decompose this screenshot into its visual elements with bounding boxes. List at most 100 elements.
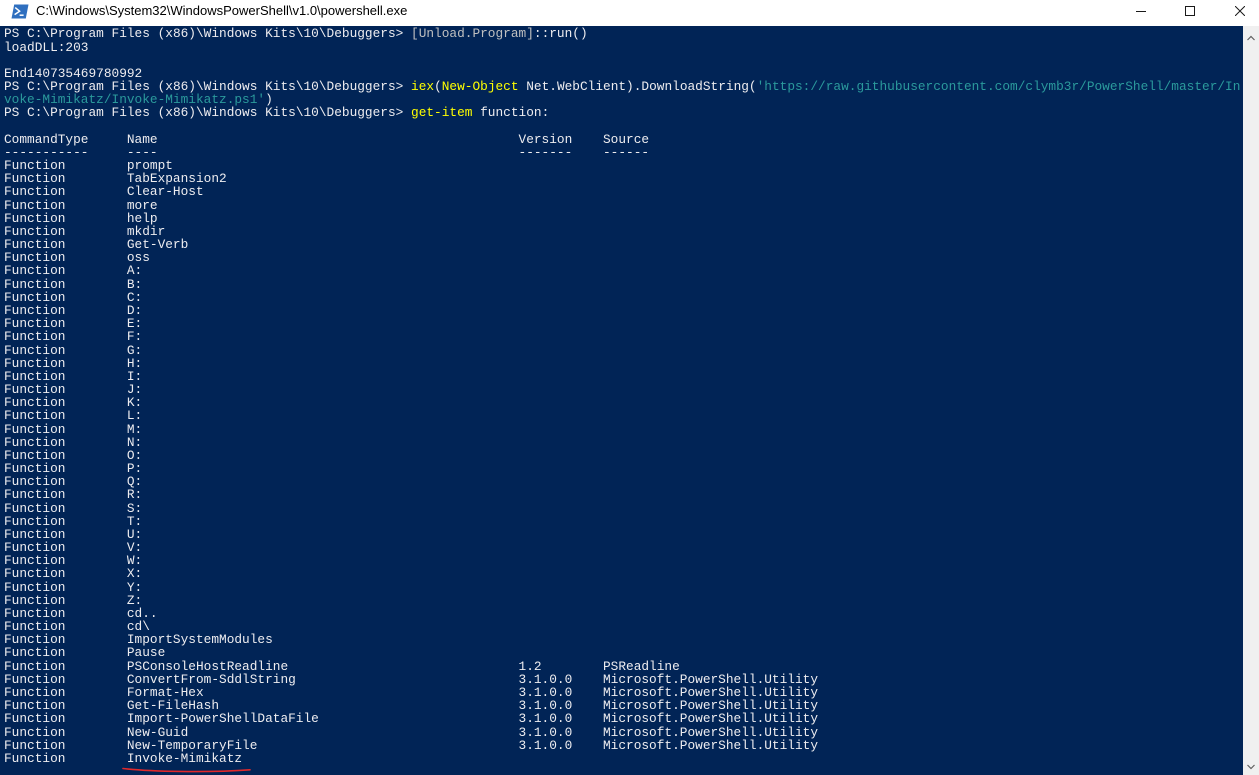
console-window[interactable]: PS C:\Program Files (x86)\Windows Kits\1…: [0, 26, 1243, 775]
name-cell: S:: [126, 500, 143, 516]
command-type-cell: Function: [4, 750, 66, 766]
minimize-button[interactable]: [1117, 0, 1166, 26]
table-row: Function ConvertFrom-SddlString 3.1.0.0 Mic…: [4, 673, 1243, 686]
table-row: Function E:: [4, 317, 1243, 330]
table-row: Function Y:: [4, 579, 1243, 595]
command-type-cell: Function: [4, 737, 66, 753]
source-cell: Microsoft.PowerShell.Utility: [602, 737, 819, 753]
table-row: Function O:: [4, 449, 1243, 462]
table-row: Function M:: [4, 421, 1243, 437]
command-token: New-Object: [441, 79, 519, 95]
powershell-logo: [11, 4, 29, 19]
name-cell: New-TemporaryFile: [126, 737, 258, 753]
name-cell: more: [126, 197, 158, 213]
command-type-cell: Function: [4, 408, 66, 424]
command-type-cell: Function: [4, 487, 66, 503]
table-row: Function B:: [4, 276, 1243, 292]
table-row: Function Pause: [4, 646, 1243, 659]
command-type-cell: Function: [4, 342, 66, 358]
version-cell: 3.1.0.0: [518, 737, 573, 753]
table-row: Function Clear-Host: [4, 185, 1243, 198]
console-line: PS C:\Program Files (x86)\Windows Kits\1…: [4, 27, 1243, 40]
name-cell: N:: [126, 434, 143, 450]
console-buffer: PS C:\Program Files (x86)\Windows Kits\1…: [0, 26, 1243, 765]
scroll-up-button[interactable]: [1243, 26, 1259, 43]
command-type-cell: Function: [4, 500, 66, 516]
output-text: loadDLL:203: [4, 39, 89, 55]
string-literal: 'https://raw.githubusercontent.com/clymb…: [756, 79, 1241, 95]
command-type-cell: Function: [4, 197, 66, 213]
table-row: Function cd..: [4, 607, 1243, 620]
version-header-rule: -------: [518, 144, 573, 160]
table-row: Function New-TemporaryFile 3.1.0.0 Microsof…: [4, 737, 1243, 753]
table-row: Function H:: [4, 357, 1243, 370]
command-type-cell: Function: [4, 724, 66, 740]
name-cell: X:: [126, 566, 143, 582]
command-type-cell: Function: [4, 645, 66, 661]
command-type-cell: Function: [4, 355, 66, 371]
source-header: Source: [602, 131, 650, 147]
name-cell: H:: [126, 355, 143, 371]
table-row: Function more: [4, 197, 1243, 213]
close-icon: [1235, 6, 1245, 16]
version-cell: 3.1.0.0: [518, 711, 573, 727]
scroll-down-button[interactable]: [1243, 758, 1259, 775]
table-header-rule: ----------- ---- ------- ------: [4, 146, 1243, 159]
table-row: Function G:: [4, 342, 1243, 358]
table-row: Function U:: [4, 528, 1243, 541]
version-header: Version: [518, 131, 573, 147]
close-button[interactable]: [1215, 0, 1259, 26]
window-title: C:\Windows\System32\WindowsPowerShell\v1…: [36, 3, 408, 18]
name-cell: Import-PowerShellDataFile: [126, 711, 319, 727]
table-row: Function R:: [4, 488, 1243, 501]
version-cell: 3.1.0.0: [518, 724, 573, 740]
name-cell: G:: [126, 342, 143, 358]
chevron-up-icon: [1247, 35, 1255, 41]
command-type-cell: Function: [4, 184, 66, 200]
source-cell: Microsoft.PowerShell.Utility: [602, 711, 819, 727]
table-row: Function L:: [4, 409, 1243, 422]
command-type-cell: Function: [4, 592, 66, 608]
name-cell: L:: [126, 408, 143, 424]
name-cell: Z:: [126, 592, 143, 608]
command-type-cell: Function: [4, 579, 66, 595]
source-cell: PSReadline: [602, 658, 680, 674]
vertical-scrollbar[interactable]: [1243, 26, 1259, 775]
command-type-cell: Function: [4, 210, 66, 226]
table-row: Function oss: [4, 251, 1243, 264]
source-cell: Microsoft.PowerShell.Utility: [602, 724, 819, 740]
table-row: Function Invoke-Mimikatz: [4, 752, 1243, 765]
console-output: PS C:\Program Files (x86)\Windows Kits\1…: [4, 27, 1243, 132]
table-header-row: CommandType Name Version Source: [4, 133, 1243, 146]
command-type-cell: Function: [4, 513, 66, 529]
table-row: Function Import-PowerShellDataFile 3.1.0.0…: [4, 712, 1243, 725]
name-cell: Invoke-Mimikatz: [126, 750, 243, 766]
table-row: Function P:: [4, 462, 1243, 475]
command-type-cell: Function: [4, 276, 66, 292]
source-header-rule: ------: [602, 144, 650, 160]
table-row: Function Z:: [4, 594, 1243, 607]
table-row: Function PSConsoleHostReadline 1.2 PSReadli…: [4, 658, 1243, 674]
table-row: Function ImportSystemModules: [4, 633, 1243, 646]
function-table: CommandType Name Version Source ----------- -…: [4, 133, 1243, 765]
table-row: Function J:: [4, 383, 1243, 396]
name-cell: Clear-Host: [126, 184, 204, 200]
version-cell: 1.2: [518, 658, 542, 674]
powershell-icon: [11, 4, 29, 19]
table-row: Function I:: [4, 370, 1243, 383]
argument-text: Net.WebClient).DownloadString(: [518, 79, 757, 95]
command-type-cell: Function: [4, 711, 66, 727]
command-type-cell: Function: [4, 658, 66, 674]
table-row: Function D:: [4, 304, 1243, 317]
table-row: Function X:: [4, 567, 1243, 580]
table-row: Function C:: [4, 291, 1243, 304]
name-cell: M:: [126, 421, 143, 437]
command-type-cell: Function: [4, 566, 66, 582]
minimize-icon: [1136, 11, 1146, 12]
maximize-button[interactable]: [1166, 0, 1215, 26]
command-type-cell: Function: [4, 434, 66, 450]
console-line: PS C:\Program Files (x86)\Windows Kits\1…: [4, 106, 1243, 119]
title-bar[interactable]: C:\Windows\System32\WindowsPowerShell\v1…: [0, 0, 1259, 26]
argument-text: function:: [472, 105, 550, 121]
table-row: Function N:: [4, 436, 1243, 449]
